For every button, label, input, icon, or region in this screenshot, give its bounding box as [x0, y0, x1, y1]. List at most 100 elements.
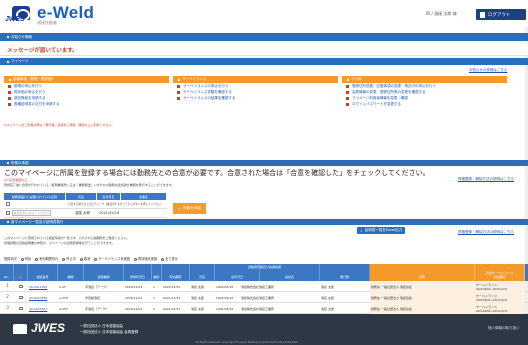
list-desc: このマイページに登録されている認証情報の一覧です。それぞれ公開期限をご確認くださ… — [4, 236, 130, 240]
status-option[interactable]: 停止中 — [62, 256, 76, 261]
mypage-bar-label: マイページ — [11, 59, 29, 63]
notice-area: メッセージが届いています。 — [0, 42, 528, 56]
cell: 勤務先 一般社団法人 溶接協会 — [370, 303, 475, 314]
notice-message[interactable]: メッセージが届いています。 — [7, 46, 78, 54]
column-header: 登録年月日 — [124, 264, 152, 281]
cell: 1991/05/16 — [216, 295, 234, 300]
cell: 1 — [153, 295, 155, 300]
checkbox[interactable] — [6, 211, 10, 215]
next-cell: サーベイランス 2021/09/01～2021/12/31 — [475, 281, 525, 292]
list-bar: 各マイページ一覧及び証明書発行 — [0, 219, 528, 225]
cell: 2021/12/31 — [163, 284, 181, 289]
square-icon — [347, 78, 349, 81]
cell: 2021/05/16 — [99, 211, 120, 215]
cell: 1991/05/16 — [216, 284, 234, 289]
cell: 溶接 太郎 — [191, 295, 204, 300]
column-header-select[interactable] — [14, 264, 28, 281]
cell: A-2F — [59, 284, 66, 289]
cert-number-link[interactable]: 3A-0012345 — [28, 281, 58, 292]
approve-button[interactable]: ✔ 所属を承認 — [173, 203, 206, 214]
radio-icon — [161, 257, 165, 261]
cell: 溶接 太郎 — [321, 295, 334, 300]
bullet-icon — [346, 84, 349, 88]
status-option[interactable]: サーベイランス未実施 — [94, 256, 130, 261]
approval-table: 勤務者届けに記載されている名称 氏名 生年月日 企業名 合意する場合は上記のチェ… — [4, 193, 167, 218]
status-option[interactable]: 全て表示 — [161, 256, 178, 261]
cell: 半自動溶接 — [85, 295, 101, 300]
status-option-label: サーベイランス未実施 — [98, 257, 130, 261]
footer-copyright: All Rights Reserved, Copyright The Japan… — [196, 341, 299, 344]
notice-bar: お知らせ情報 — [0, 33, 528, 41]
footer-logo-text: JWES — [31, 321, 66, 335]
cell: 2020/11/01 — [125, 306, 143, 311]
cell — [121, 209, 167, 217]
checkbox[interactable] — [6, 202, 10, 206]
cell: 勤務先 一般社団法人 溶接協会 — [370, 292, 475, 303]
table-row: 3 3A-0034567 A-2FV 手溶接（アーク） 2020/11/01 1… — [0, 303, 528, 314]
approval-note: ※下記を確認の上、 — [4, 178, 31, 182]
cell: 溶接 太郎 — [321, 284, 334, 289]
approval-help-link[interactable]: 資格登録・解除方法の説明はこちら — [458, 177, 514, 182]
list-bar-label: 各マイページ一覧及び証明書発行 — [11, 219, 64, 224]
approve-label: 所属を承認 — [183, 206, 201, 210]
approval-table-header: 勤務者届けに記載されている名称 氏名 生年月日 企業名 — [4, 193, 167, 200]
list-help-link[interactable]: 資格登録・解除方法の説明はこちら — [458, 230, 514, 235]
panel-link-label: 会員情報の変更、登録住所等の変更を確認する — [352, 89, 426, 94]
panel-title-text: その他 — [351, 77, 362, 81]
notice-bar-label: お知らせ情報 — [11, 34, 32, 39]
next-cell: サーベイランス 2021/09/01～2021/12/31 — [475, 292, 525, 303]
status-option[interactable]: 有効 — [20, 256, 31, 261]
approval-desc: 登録完了後に合意が行われている（証明書番号）又は「書類発送」いずれかの勤務先担当… — [4, 183, 175, 187]
company-input-cell[interactable]: 会社名を入力してください — [4, 209, 66, 217]
logout-icon — [480, 11, 485, 18]
row-select[interactable] — [18, 281, 28, 292]
logout-label: ログアウト — [488, 12, 511, 18]
checkbox[interactable] — [19, 284, 23, 289]
checkbox[interactable] — [19, 295, 23, 300]
status-option-label: 取消 — [83, 257, 91, 261]
status-option[interactable]: 再評価未実施 — [134, 256, 157, 261]
status-option-label: 停止中 — [66, 257, 76, 261]
status-option[interactable]: 有効期限切れ — [35, 256, 58, 261]
panel-link-label: マイページ利用者情報を変更・確認 — [352, 95, 408, 100]
square-icon — [178, 78, 180, 81]
panel-link[interactable]: 各種証明書の交付を申請する — [4, 101, 169, 107]
table-row: 合意する場合は上記のチェック【確認済】を行ってからボタンを押してください。 — [4, 200, 167, 209]
radio-icon — [94, 257, 98, 261]
row-number: 2 — [6, 295, 9, 300]
row-select[interactable] — [18, 303, 28, 314]
panel-link-label: 各種証明書の交付を申請する — [14, 101, 60, 106]
company-input[interactable]: 会社名を入力してください — [11, 210, 52, 216]
logout-button[interactable]: ログアウト — [476, 9, 526, 20]
cell: 勤務先 一般社団法人 溶接協会 — [370, 281, 475, 292]
jwes-logo-icon — [13, 324, 27, 334]
cell: 溶接 太郎 — [191, 284, 204, 289]
panel-title-text: 各種申請（新規・再評価） — [13, 77, 55, 81]
approval-bar-label: 所属の承認 — [11, 160, 29, 165]
privacy-link[interactable]: 個人情報の取り扱い — [488, 326, 520, 331]
status-option[interactable]: 取消 — [79, 256, 91, 261]
row-select[interactable] — [18, 292, 28, 303]
checkbox-cell[interactable] — [4, 200, 66, 208]
column-header: 会社名 — [260, 264, 320, 281]
status-filter-label: 登録状況 — [4, 257, 17, 261]
column-header: 継続 — [152, 264, 162, 281]
panel-link-label: 登録住所変更、記載事項の変更・再交付の申込を行う — [352, 83, 436, 88]
checkbox[interactable] — [18, 275, 23, 279]
cert-number-link[interactable]: 3A-0023456 — [28, 292, 58, 303]
bullet-icon — [346, 96, 349, 100]
brand-subtitle: 溶接技能者 — [37, 20, 57, 25]
download-icon: ⇩ — [359, 228, 363, 233]
row-number: 3 — [6, 306, 9, 311]
radio-icon — [79, 257, 83, 261]
panel-link[interactable]: ログインパスワードを変更する — [342, 101, 507, 107]
checkbox[interactable] — [19, 306, 23, 311]
column-header: 企業名 — [121, 193, 167, 200]
cell: 手溶接（アーク） — [85, 306, 109, 311]
mypage-help-link[interactable]: お知らせの詳細はこちら — [469, 68, 507, 73]
excel-export-button[interactable]: ⇩ 証明書一覧をExcel出力 — [357, 227, 405, 234]
panel-link[interactable]: サーベイランスの結果を確認する — [173, 95, 338, 101]
cert-number-link[interactable]: 3A-0034567 — [28, 303, 58, 314]
column-header: 種類 — [58, 264, 84, 281]
panel-title: サーベイランス — [173, 76, 338, 83]
